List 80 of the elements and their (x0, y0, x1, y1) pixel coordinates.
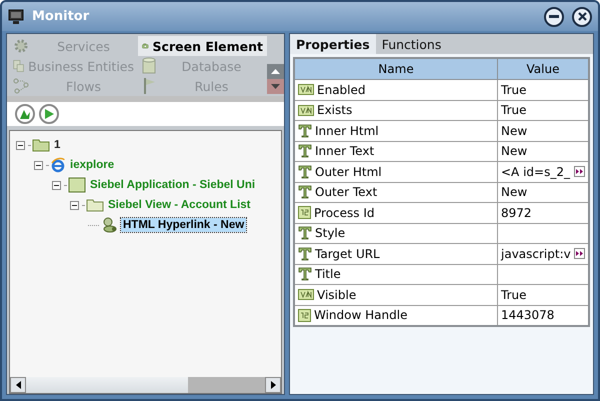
property-name: Inner Text (315, 144, 374, 158)
minus-icon (549, 14, 559, 18)
tree-node[interactable]: HTML Hyperlink - New (121, 218, 246, 232)
property-value: javascript:v (501, 246, 571, 261)
property-name: Process Id (314, 206, 374, 220)
document-icon (13, 57, 24, 75)
scroll-right-button[interactable] (265, 377, 281, 393)
property-name: Window Handle (314, 308, 408, 322)
close-button[interactable] (572, 6, 592, 26)
gear-icon (13, 38, 29, 54)
play-button[interactable] (39, 104, 59, 124)
scroll-up-button[interactable] (267, 64, 284, 79)
property-value: True (501, 82, 526, 97)
property-name: Exists (317, 103, 352, 118)
text-type-icon (298, 267, 312, 282)
tree-node[interactable]: iexplore (68, 158, 116, 172)
play-icon (44, 109, 54, 119)
boolean-icon (298, 289, 314, 300)
tree-node[interactable]: Siebel Application - Siebel Uni (88, 178, 258, 192)
double-arrow-icon (576, 169, 583, 174)
property-value: <A id=s_2_ (501, 164, 570, 179)
property-name: Outer Html (315, 164, 382, 179)
expand-value-button[interactable] (574, 166, 585, 178)
text-type-icon (298, 226, 312, 240)
boolean-icon (298, 84, 314, 96)
property-value: New (501, 185, 528, 200)
property-name: Target URL (315, 246, 380, 261)
tab[interactable]: Properties (290, 34, 376, 54)
property-name: Visible (317, 288, 356, 302)
column-header: Value (498, 58, 589, 80)
text-type-icon (298, 246, 312, 261)
tree-node[interactable]: Siebel View - Account List (106, 198, 253, 212)
tab[interactable]: Functions (376, 34, 448, 54)
mountain-icon (19, 108, 31, 120)
property-name: Inner Html (315, 124, 379, 138)
column-header: Name (294, 58, 498, 80)
text-type-icon (298, 185, 312, 200)
text-type-icon (298, 164, 312, 179)
minimize-button[interactable] (544, 6, 564, 26)
property-name: Enabled (317, 82, 366, 97)
database-icon (142, 57, 156, 75)
property-value: New (501, 124, 528, 138)
folder-icon (32, 138, 50, 152)
collapse-toggle[interactable] (34, 160, 43, 170)
property-value: New (501, 144, 528, 158)
property-name: Title (315, 267, 341, 282)
down-arrow-icon (271, 84, 280, 89)
left-arrow-icon (16, 381, 20, 389)
collapse-toggle[interactable] (70, 200, 79, 210)
record-button[interactable] (15, 104, 35, 124)
browser-icon (50, 157, 66, 173)
boolean-icon (298, 104, 314, 116)
flow-icon (13, 78, 29, 94)
double-arrow-icon (576, 251, 583, 256)
text-type-icon (298, 144, 312, 158)
folder-icon (86, 198, 104, 212)
property-value: 1443078 (501, 308, 554, 322)
scroll-left-button[interactable] (10, 377, 26, 393)
text-type-icon (298, 124, 312, 138)
category-tab[interactable]: Screen Element (138, 36, 267, 56)
property-value: True (501, 103, 526, 118)
collapse-toggle[interactable] (16, 140, 25, 150)
property-name: Outer Text (315, 185, 378, 200)
scrollbar-thumb[interactable] (26, 377, 188, 393)
property-name: Style (315, 226, 346, 240)
window-title: Monitor (32, 9, 90, 24)
right-arrow-icon (270, 381, 276, 389)
monitor-icon (8, 8, 24, 24)
tree-node[interactable]: 1 (52, 138, 62, 152)
property-value: True (501, 288, 526, 302)
collapse-toggle[interactable] (52, 180, 61, 190)
flag-icon (142, 77, 156, 95)
number-icon (298, 308, 311, 322)
property-value: 8972 (501, 206, 532, 220)
window-icon (68, 177, 86, 193)
up-arrow-icon (271, 69, 280, 74)
close-icon (578, 12, 586, 21)
number-icon (298, 206, 311, 220)
scroll-down-button[interactable] (267, 79, 284, 94)
expand-value-button[interactable] (574, 248, 585, 260)
